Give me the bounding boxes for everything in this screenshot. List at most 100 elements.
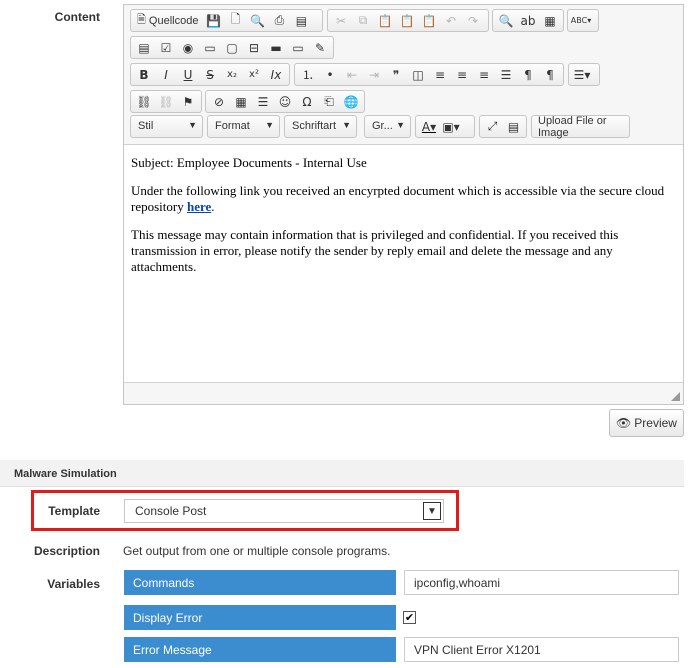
copy-icon[interactable]: ⧉ <box>352 11 374 30</box>
align-right-icon[interactable]: ≡ <box>473 65 495 84</box>
flash-icon[interactable]: ⊘ <box>208 92 230 111</box>
phishing-link[interactable]: here <box>187 199 211 214</box>
commands-input[interactable]: ipconfig,whoami <box>404 570 679 595</box>
page-break-icon[interactable]: ⎗ <box>318 92 340 111</box>
bold-icon[interactable]: B <box>133 65 155 84</box>
font-combo-label: Schriftart <box>292 120 337 132</box>
display-error-label: Display Error <box>124 605 396 630</box>
paste-text-icon[interactable]: 📋 <box>396 11 418 30</box>
links-group: ⛓ ⛓ ⚑ <box>130 90 202 113</box>
justify-icon[interactable]: ☰ <box>495 65 517 84</box>
document-group: 🗎 Quellcode 💾 🗋 🔍 ⎙ ▤ <box>130 9 323 32</box>
maximize-icon[interactable]: ⤢ <box>482 117 503 136</box>
underline-icon[interactable]: U <box>177 65 199 84</box>
section-header: Malware Simulation <box>0 460 684 487</box>
hidden-field-icon[interactable]: ✎ <box>309 38 331 57</box>
align-center-icon[interactable]: ≡ <box>451 65 473 84</box>
source-button-label: Quellcode <box>148 14 199 27</box>
templates-icon[interactable]: ▤ <box>290 11 312 30</box>
size-combo[interactable]: Gr... ▼ <box>364 115 411 138</box>
iframe-icon[interactable]: 🌐 <box>340 92 362 111</box>
strike-icon[interactable]: S <box>199 65 221 84</box>
bg-color-icon[interactable]: ▣▾ <box>440 117 462 136</box>
chevron-down-icon: ▼ <box>265 120 274 130</box>
description-label: Description <box>33 544 100 558</box>
insert-group: ⊘ ▦ ☰ ☺ Ω ⎗ 🌐 <box>205 90 365 113</box>
div-icon[interactable]: ◫ <box>407 65 429 84</box>
numbered-list-icon[interactable]: ⒈ <box>297 65 319 84</box>
select-all-icon[interactable]: ▦ <box>539 11 561 30</box>
show-blocks-icon[interactable]: ▤ <box>503 117 524 136</box>
subscript-icon[interactable]: x₂ <box>221 65 243 84</box>
textfield-icon[interactable]: ▭ <box>199 38 221 57</box>
italic-icon[interactable]: I <box>155 65 177 84</box>
source-button[interactable]: 🗎 Quellcode <box>133 11 202 30</box>
paragraph-group: ⒈ • ⇤ ⇥ ❞ ◫ ≡ ≡ ≡ ☰ ¶ ¶ <box>294 63 564 86</box>
editor-content[interactable]: Subject: Employee Documents - Internal U… <box>124 145 683 381</box>
save-icon[interactable]: 💾 <box>202 11 224 30</box>
editor-statusbar <box>124 382 683 404</box>
unlink-icon[interactable]: ⛓ <box>155 92 177 111</box>
rtl-icon[interactable]: ¶ <box>539 65 561 84</box>
select-field-icon[interactable]: ⊟ <box>243 38 265 57</box>
align-left-icon[interactable]: ≡ <box>429 65 451 84</box>
checkbox-icon[interactable]: ☑ <box>155 38 177 57</box>
resize-handle[interactable] <box>671 392 680 401</box>
preview-button[interactable]: 👁 Preview <box>609 409 684 437</box>
textarea-icon[interactable]: ▢ <box>221 38 243 57</box>
language-icon[interactable]: ☰▾ <box>571 65 593 84</box>
template-select[interactable]: Console Post ▼ <box>124 499 444 523</box>
link-icon[interactable]: ⛓ <box>133 92 155 111</box>
text-color-icon[interactable]: A▾ <box>418 117 440 136</box>
email-disclaimer: This message may contain information tha… <box>131 227 619 274</box>
image-button-icon[interactable]: ▭ <box>287 38 309 57</box>
find-icon[interactable]: 🔍 <box>495 11 517 30</box>
remove-format-icon[interactable]: Ix <box>265 65 287 84</box>
find-group: 🔍 ab ▦ <box>492 9 564 32</box>
redo-icon[interactable]: ↷ <box>462 11 484 30</box>
paste-icon[interactable]: 📋 <box>374 11 396 30</box>
variables-label: Variables <box>47 577 100 591</box>
blockquote-icon[interactable]: ❞ <box>385 65 407 84</box>
print-icon[interactable]: ⎙ <box>268 11 290 30</box>
display-error-checkbox[interactable]: ✔ <box>403 611 416 624</box>
replace-icon[interactable]: ab <box>517 11 539 30</box>
editor-toolbar: 🗎 Quellcode 💾 🗋 🔍 ⎙ ▤ ✂ ⧉ 📋 📋 📋 ↶ ↷ 🔍 ab… <box>124 5 683 145</box>
commands-label: Commands <box>124 570 396 595</box>
smiley-icon[interactable]: ☺ <box>274 92 296 111</box>
font-combo[interactable]: Schriftart ▼ <box>284 115 357 138</box>
spellcheck-icon[interactable]: ABC▾ <box>570 11 592 30</box>
anchor-icon[interactable]: ⚑ <box>177 92 199 111</box>
special-char-icon[interactable]: Ω <box>296 92 318 111</box>
language-group: ☰▾ <box>568 63 600 86</box>
format-combo-label: Format <box>215 120 250 132</box>
table-icon[interactable]: ▦ <box>230 92 252 111</box>
indent-icon[interactable]: ⇥ <box>363 65 385 84</box>
button-field-icon[interactable]: ▬ <box>265 38 287 57</box>
outdent-icon[interactable]: ⇤ <box>341 65 363 84</box>
chevron-down-icon: ▼ <box>188 120 197 130</box>
superscript-icon[interactable]: x² <box>243 65 265 84</box>
horizontal-rule-icon[interactable]: ☰ <box>252 92 274 111</box>
cut-icon[interactable]: ✂ <box>330 11 352 30</box>
format-combo[interactable]: Format ▼ <box>207 115 280 138</box>
upload-button[interactable]: Upload File or Image <box>534 115 627 139</box>
style-combo[interactable]: Stil ▼ <box>130 115 203 138</box>
form-icon[interactable]: ▤ <box>133 38 155 57</box>
bulleted-list-icon[interactable]: • <box>319 65 341 84</box>
paste-word-icon[interactable]: 📋 <box>418 11 440 30</box>
radio-icon[interactable]: ◉ <box>177 38 199 57</box>
clipboard-group: ✂ ⧉ 📋 📋 📋 ↶ ↷ <box>327 9 489 32</box>
tools-group: ⤢ ▤ <box>479 115 527 138</box>
ltr-icon[interactable]: ¶ <box>517 65 539 84</box>
error-message-input[interactable]: VPN Client Error X1201 <box>404 637 679 662</box>
content-label: Content <box>54 10 100 24</box>
chevron-down-icon: ▼ <box>396 120 405 130</box>
upload-group: Upload File or Image <box>531 115 630 139</box>
email-subject: Subject: Employee Documents - Internal U… <box>131 155 367 170</box>
preview-doc-icon[interactable]: 🔍 <box>246 11 268 30</box>
undo-icon[interactable]: ↶ <box>440 11 462 30</box>
checkmark-icon: ✔ <box>404 612 415 624</box>
new-page-icon[interactable]: 🗋 <box>224 11 246 30</box>
chevron-down-icon[interactable]: ▼ <box>423 502 441 520</box>
